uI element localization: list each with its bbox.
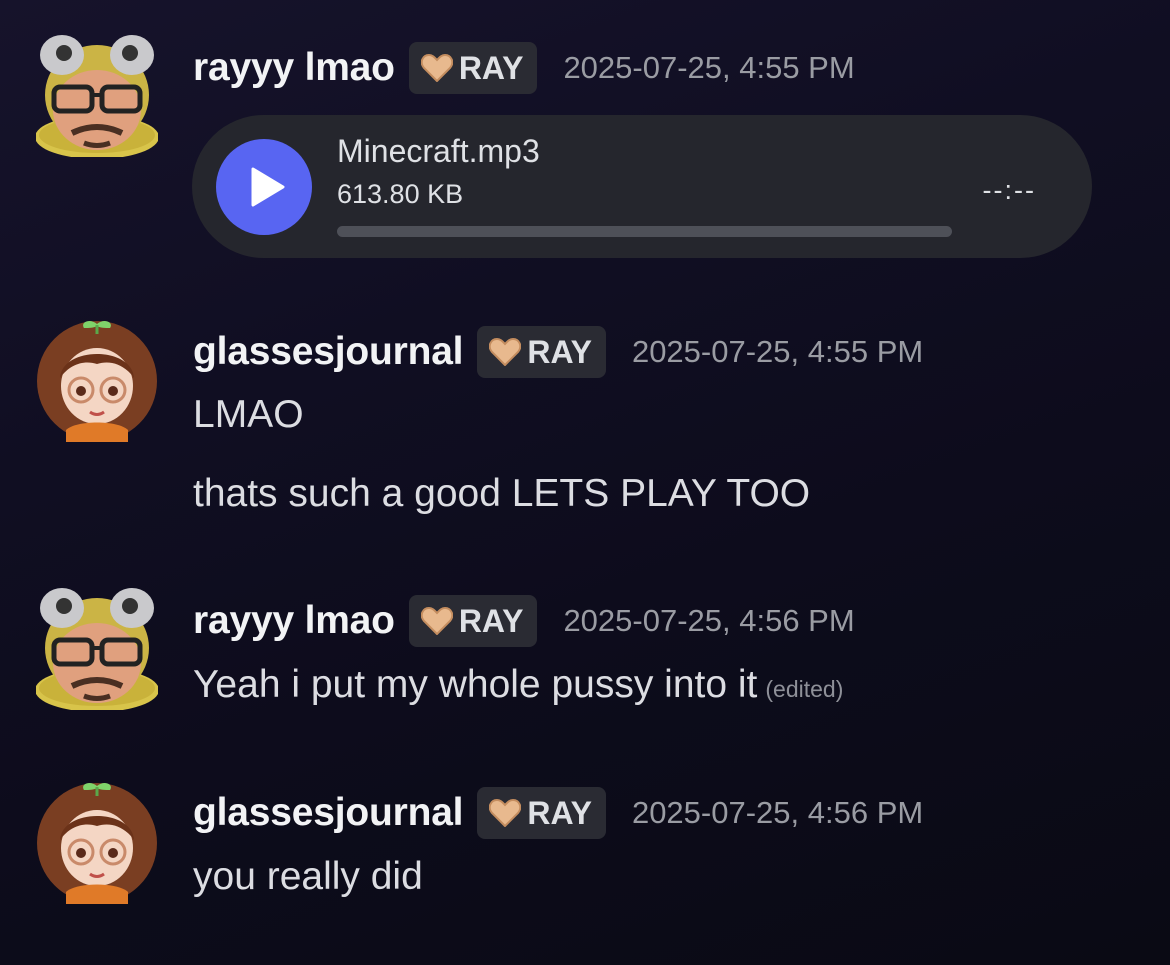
play-icon <box>251 167 285 207</box>
play-button[interactable] <box>216 139 312 235</box>
tag-label: RAY <box>527 333 592 370</box>
message-header: glassesjournal RAY 2025-07-25, 4:55 PM <box>193 326 923 378</box>
timestamp: 2025-07-25, 4:55 PM <box>631 334 924 369</box>
role-tag[interactable]: RAY <box>408 595 538 647</box>
timestamp: 2025-07-25, 4:56 PM <box>563 603 855 638</box>
message-header: rayyy lmao RAY 2025-07-25, 4:55 PM <box>193 42 855 94</box>
message-text: Yeah i put my whole pussy into it (edited… <box>193 663 843 707</box>
message-text: you really did <box>193 855 423 898</box>
username[interactable]: rayyy lmao <box>193 46 395 90</box>
tag-label: RAY <box>458 602 524 639</box>
heart-icon <box>420 607 453 635</box>
avatar-glassesjournal[interactable] <box>36 782 158 904</box>
anime-girl-avatar-icon <box>37 321 157 442</box>
timestamp: 2025-07-25, 4:55 PM <box>563 50 855 85</box>
role-tag[interactable]: RAY <box>477 787 606 839</box>
heart-icon <box>420 54 453 82</box>
role-tag[interactable]: RAY <box>477 326 606 378</box>
username[interactable]: glassesjournal <box>193 791 464 835</box>
tag-label: RAY <box>458 49 524 86</box>
edited-indicator: (edited) <box>765 676 844 702</box>
message-text: thats such a good LETS PLAY TOO <box>193 472 811 515</box>
message-text: LMAO <box>193 393 304 436</box>
heart-icon <box>489 338 522 366</box>
anime-girl-avatar-icon <box>37 783 157 904</box>
message-header: glassesjournal RAY 2025-07-25, 4:56 PM <box>193 787 923 839</box>
chat-log: rayyy lmao RAY 2025-07-25, 4:55 PM Minec… <box>0 0 1170 965</box>
username[interactable]: glassesjournal <box>193 330 464 374</box>
message-header: rayyy lmao RAY 2025-07-25, 4:56 PM <box>193 595 855 647</box>
avatar-rayyy[interactable] <box>36 35 158 157</box>
audio-progress-bar[interactable] <box>337 226 952 237</box>
avatar-glassesjournal[interactable] <box>36 320 158 442</box>
file-name[interactable]: Minecraft.mp3 <box>337 133 540 170</box>
heart-icon <box>489 799 522 827</box>
role-tag[interactable]: RAY <box>408 42 538 94</box>
audio-duration: --:-- <box>982 175 1036 205</box>
username[interactable]: rayyy lmao <box>193 599 395 643</box>
avatar-rayyy[interactable] <box>36 588 158 710</box>
tag-label: RAY <box>527 794 592 831</box>
frog-hat-avatar-icon <box>36 588 158 710</box>
message-text-content: Yeah i put my whole pussy into it <box>193 663 758 706</box>
frog-hat-avatar-icon <box>36 35 158 157</box>
audio-attachment: Minecraft.mp3 613.80 KB --:-- <box>192 115 1092 258</box>
file-size: 613.80 KB <box>337 179 464 209</box>
timestamp: 2025-07-25, 4:56 PM <box>631 795 924 830</box>
